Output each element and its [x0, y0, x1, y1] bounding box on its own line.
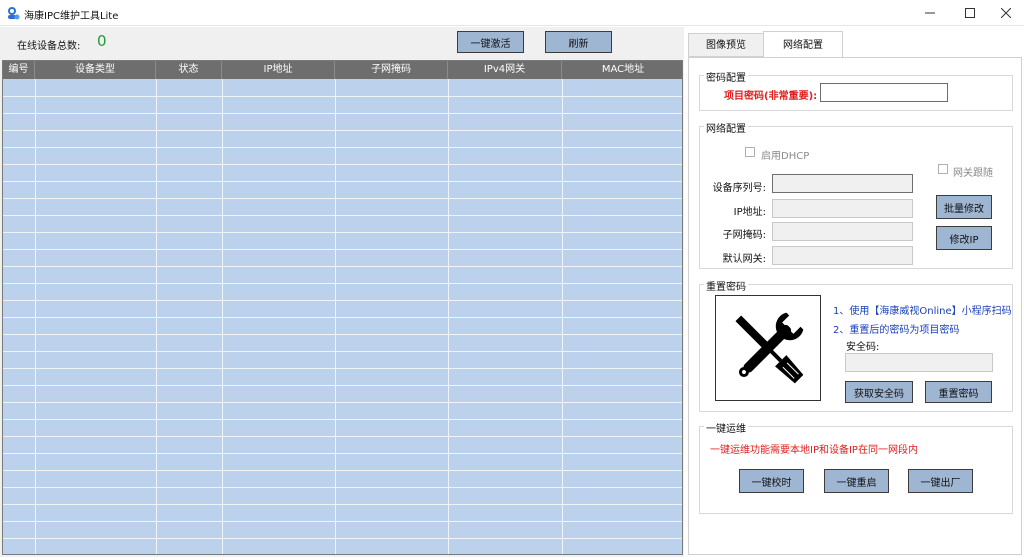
online-count-label: 在线设备总数: [17, 41, 81, 52]
dhcp-checkbox[interactable] [745, 147, 755, 157]
grid-row-divider [3, 402, 682, 403]
grid-row-divider [3, 521, 682, 522]
grid-row-divider [3, 181, 682, 182]
grid-row-divider [3, 419, 682, 420]
grid-row-divider [3, 249, 682, 250]
grid-row-divider [3, 538, 682, 539]
column-header-ip[interactable]: IP地址 [222, 61, 335, 79]
column-header-status[interactable]: 状态 [156, 61, 222, 79]
device-grid[interactable]: 编号 设备类型 状态 IP地址 子网掩码 IPv4网关 MAC地址 [2, 60, 683, 555]
column-header-mac[interactable]: MAC地址 [562, 61, 682, 79]
grid-body[interactable] [3, 79, 682, 554]
modify-ip-button[interactable]: 修改IP [936, 226, 992, 250]
grid-row-divider [3, 283, 682, 284]
security-code-label: 安全码: [846, 342, 880, 353]
wrench-screwdriver-icon [735, 312, 804, 384]
password-config-title: 密码配置 [704, 69, 748, 84]
network-config-page: 密码配置 项目密码(非常重要): 网络配置 启用DHCP 网关跟随 设备序列号:… [688, 57, 1022, 555]
project-password-label: 项目密码(非常重要): [724, 91, 818, 102]
project-password-input[interactable] [820, 83, 948, 102]
reset-tip-2: 2、重置后的密码为项目密码 [833, 325, 960, 336]
security-code-input[interactable] [845, 353, 993, 372]
grid-row-divider [3, 470, 682, 471]
reset-password-button[interactable]: 重置密码 [925, 381, 992, 403]
network-config-title: 网络配置 [704, 120, 748, 135]
gateway-follow-checkbox[interactable] [938, 164, 948, 174]
grid-row-divider [3, 368, 682, 369]
serial-label: 设备序列号: [712, 183, 766, 194]
mask-input[interactable] [772, 222, 913, 241]
column-header-gateway[interactable]: IPv4网关 [448, 61, 562, 79]
grid-row-divider [3, 130, 682, 131]
tools-image [715, 295, 821, 401]
network-config-group: 网络配置 启用DHCP 网关跟随 设备序列号: IP地址: 子网掩码: 默认网关… [699, 120, 1013, 269]
one-click-ops-title: 一键运维 [704, 420, 748, 435]
dhcp-label: 启用DHCP [761, 151, 810, 162]
grid-row-divider [3, 317, 682, 318]
grid-row-divider [3, 113, 682, 114]
ip-label: IP地址: [733, 207, 766, 218]
config-panel: 图像预览 网络配置 密码配置 项目密码(非常重要): 网络配置 启用DHCP 网… [686, 27, 1024, 557]
close-button[interactable] [984, 0, 1024, 26]
get-security-code-button[interactable]: 获取安全码 [845, 381, 913, 403]
gateway-label: 默认网关: [722, 254, 766, 265]
reset-password-title: 重置密码 [704, 278, 748, 293]
grid-row-divider [3, 96, 682, 97]
grid-row-divider [3, 504, 682, 505]
activate-all-button[interactable]: 一键激活 [457, 31, 524, 53]
password-config-group: 密码配置 项目密码(非常重要): [699, 69, 1013, 111]
refresh-button[interactable]: 刷新 [545, 31, 612, 53]
grid-row-divider [3, 334, 682, 335]
tab-bar: 图像预览 网络配置 [686, 31, 1024, 59]
grid-row-divider [3, 232, 682, 233]
reset-password-group: 重置密码 1、使用【海康威视Online】小程序扫码 2、重置后的密码为项目密码… [699, 278, 1013, 412]
mask-label: 子网掩码: [722, 230, 766, 241]
grid-row-divider [3, 147, 682, 148]
grid-row-divider [3, 300, 682, 301]
grid-row-divider [3, 351, 682, 352]
minimize-icon [925, 12, 935, 14]
device-list-panel: 在线设备总数: 0 一键激活 刷新 编号 设备类型 状态 IP地址 子网掩码 I… [0, 27, 684, 557]
maximize-icon [965, 8, 975, 18]
title-bar: 海康IPC维护工具Lite [0, 0, 1024, 26]
ip-input[interactable] [772, 199, 913, 218]
column-header-mask[interactable]: 子网掩码 [335, 61, 448, 79]
close-icon [1001, 8, 1011, 18]
reboot-button[interactable]: 一键重启 [824, 469, 889, 493]
grid-row-divider [3, 487, 682, 488]
minimize-button[interactable] [908, 0, 952, 26]
reset-tip-1: 1、使用【海康威视Online】小程序扫码 [833, 306, 1012, 317]
app-icon [8, 7, 20, 20]
column-header-index[interactable]: 编号 [3, 61, 35, 79]
tab-image-preview[interactable]: 图像预览 [688, 33, 764, 57]
serial-input[interactable] [772, 174, 913, 193]
window-title: 海康IPC维护工具Lite [24, 11, 119, 22]
grid-row-divider [3, 385, 682, 386]
grid-row-divider [3, 453, 682, 454]
column-header-device-type[interactable]: 设备类型 [35, 61, 156, 79]
one-click-ops-group: 一键运维 一键运维功能需要本地IP和设备IP在同一网段内 一键校时 一键重启 一… [699, 420, 1013, 514]
online-count-value: 0 [97, 32, 107, 50]
grid-header: 编号 设备类型 状态 IP地址 子网掩码 IPv4网关 MAC地址 [3, 61, 682, 79]
tab-network-config[interactable]: 网络配置 [763, 31, 843, 59]
factory-reset-button[interactable]: 一键出厂 [908, 469, 973, 493]
time-sync-button[interactable]: 一键校时 [739, 469, 804, 493]
grid-row-divider [3, 266, 682, 267]
grid-row-divider [3, 198, 682, 199]
grid-row-divider [3, 436, 682, 437]
ops-warning-text: 一键运维功能需要本地IP和设备IP在同一网段内 [710, 445, 918, 456]
batch-modify-button[interactable]: 批量修改 [936, 195, 992, 219]
gateway-input[interactable] [772, 246, 913, 265]
grid-row-divider [3, 164, 682, 165]
grid-row-divider [3, 215, 682, 216]
gateway-follow-label: 网关跟随 [953, 168, 993, 179]
